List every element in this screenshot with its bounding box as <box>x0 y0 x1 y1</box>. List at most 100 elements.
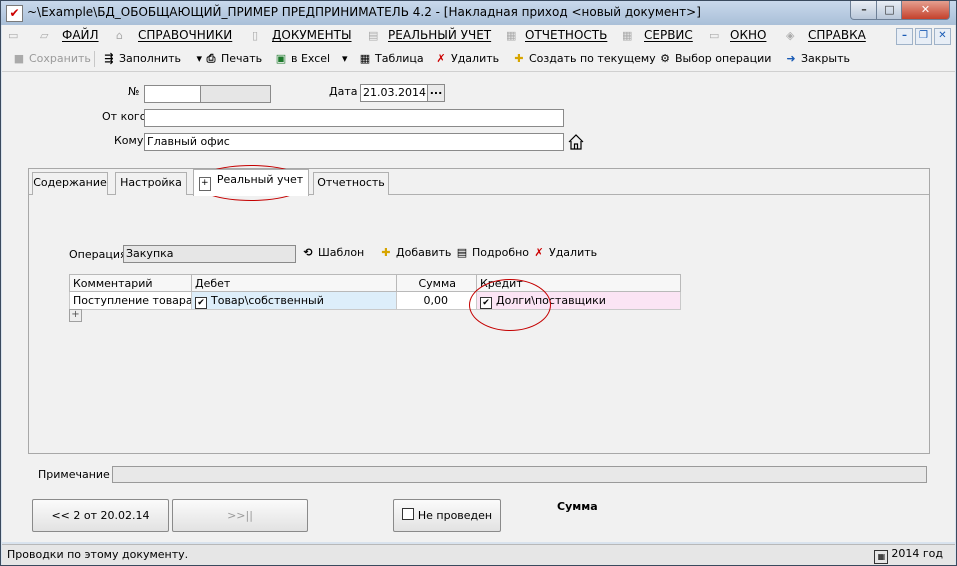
minimize-button[interactable]: – <box>850 1 878 20</box>
number-label: № <box>128 85 140 98</box>
operation-label: Операция <box>69 248 127 261</box>
details-button[interactable]: ▤ Подробно <box>455 246 529 259</box>
save-icon: ■ <box>13 52 25 65</box>
number-input[interactable] <box>144 85 202 103</box>
app-icon: ✔ <box>6 5 23 22</box>
folder-icon: ▱ <box>40 29 49 42</box>
menu-references[interactable]: СПРАВОЧНИКИ <box>138 28 232 42</box>
note-label: Примечание <box>38 468 110 481</box>
help-icon: ◈ <box>786 29 795 42</box>
menu-reports[interactable]: ОТЧЕТНОСТЬ <box>525 28 607 42</box>
date-input[interactable]: 21.03.2014 <box>360 84 428 102</box>
service-icon: ▦ <box>622 29 633 42</box>
real-accounting-icon: ▤ <box>368 29 379 42</box>
menu-help[interactable]: СПРАВКА <box>808 28 866 42</box>
tab-real-accounting[interactable]: + Реальный учет <box>193 169 309 196</box>
delete-icon: ✗ <box>534 246 544 259</box>
tab-settings[interactable]: Настройка <box>115 172 187 195</box>
window-title: ~\Example\БД_ОБОБЩАЮЩИЙ_ПРИМЕР ПРЕДПРИНИ… <box>27 5 701 19</box>
date-picker-button[interactable]: ... <box>427 84 445 102</box>
chevron-down-icon: ▾ <box>342 52 348 65</box>
tab-content[interactable]: Содержание <box>32 172 108 195</box>
excel-button[interactable]: ▣ в Excel <box>274 52 330 65</box>
note-input[interactable] <box>112 466 927 483</box>
column-header-sum[interactable]: Сумма <box>396 274 476 292</box>
mdi-minimize-button[interactable]: – <box>896 28 913 45</box>
exit-icon: ➜ <box>786 52 796 65</box>
from-label: От кого <box>102 110 147 123</box>
cell-comment[interactable]: Поступление товара <box>69 292 193 310</box>
excel-dropdown[interactable]: ▾ <box>342 52 348 65</box>
column-header-credit[interactable]: Кредит <box>476 274 681 292</box>
add-icon: ✚ <box>381 246 391 259</box>
close-window-button[interactable]: ✕ <box>901 1 950 20</box>
maximize-button[interactable]: □ <box>876 1 903 20</box>
delete-entry-button[interactable]: ✗ Удалить <box>532 246 597 259</box>
template-button[interactable]: ⟲ Шаблон <box>301 246 364 259</box>
chevron-down-icon: ▾ <box>196 52 203 65</box>
add-icon: ✚ <box>514 52 524 65</box>
not-posted-toggle[interactable]: Не проведен <box>393 499 501 532</box>
cell-sum[interactable]: 0,00 <box>396 292 476 310</box>
close-button[interactable]: ➜ Закрыть <box>784 52 850 65</box>
credit-checkbox[interactable]: ✔ <box>480 297 492 309</box>
number-suffix-input[interactable] <box>200 85 271 103</box>
column-header-debit[interactable]: Дебет <box>191 274 396 292</box>
document-form: № Дата 21.03.2014 ... От кого Кому Главн… <box>2 72 955 542</box>
tab-page-icon: + <box>198 177 211 191</box>
menu-documents[interactable]: ДОКУМЕНТЫ <box>272 28 352 42</box>
from-input[interactable] <box>144 109 564 127</box>
template-icon: ⟲ <box>303 246 313 259</box>
menu-file[interactable]: ФАЙЛ <box>62 28 99 42</box>
date-label: Дата <box>329 85 358 98</box>
mdi-close-button[interactable]: ✕ <box>934 28 951 45</box>
cell-debit[interactable]: ✔ Товар\собственный <box>191 292 396 310</box>
title-bar: ✔ ~\Example\БД_ОБОБЩАЮЩИЙ_ПРИМЕР ПРЕДПРИ… <box>1 1 956 25</box>
create-from-current-button[interactable]: ✚ Создать по текущему <box>512 52 655 65</box>
home-icon: ⌂ <box>116 29 123 42</box>
table-button[interactable]: ▦ Таблица <box>358 52 424 65</box>
delete-icon: ✗ <box>436 52 446 65</box>
add-entry-button[interactable]: ✚ Добавить <box>379 246 451 259</box>
toolbar-separator <box>94 51 95 67</box>
choose-operation-button[interactable]: ⚙ Выбор операции <box>658 52 771 65</box>
table-icon: ▦ <box>359 52 371 65</box>
operation-input[interactable]: Закупка <box>123 245 296 263</box>
next-document-button[interactable]: >>|| <box>172 499 308 532</box>
details-icon: ▤ <box>456 246 468 259</box>
status-year: ▦ 2014 год <box>874 547 943 564</box>
menu-window[interactable]: ОКНО <box>730 28 766 42</box>
tabs-panel: Содержание Настройка + Реальный учет Отче… <box>28 165 930 454</box>
to-input[interactable]: Главный офис <box>144 133 564 151</box>
operation-icon: ⚙ <box>660 52 670 65</box>
posted-checkbox[interactable] <box>401 508 414 520</box>
app-window: ✔ ~\Example\БД_ОБОБЩАЮЩИЙ_ПРИМЕР ПРЕДПРИ… <box>0 0 957 566</box>
to-label: Кому <box>114 134 144 147</box>
calendar-icon: ▦ <box>874 550 889 564</box>
previous-document-button[interactable]: << 2 от 20.02.14 <box>32 499 169 532</box>
fill-icon: ⇶ <box>104 52 114 65</box>
reports-icon: ▦ <box>506 29 517 42</box>
tab-reports[interactable]: Отчетность <box>313 172 389 195</box>
print-button[interactable]: ⎙ Печать <box>204 52 263 66</box>
delete-button[interactable]: ✗ Удалить <box>434 52 499 65</box>
mdi-restore-button[interactable]: ❐ <box>915 28 932 45</box>
sum-label: Сумма <box>557 500 598 513</box>
status-text: Проводки по этому документу. <box>7 548 189 561</box>
house-icon[interactable] <box>568 134 584 150</box>
menu-service[interactable]: СЕРВИС <box>644 28 693 42</box>
column-header-comment[interactable]: Комментарий <box>69 274 191 292</box>
save-button[interactable]: ■ Сохранить <box>12 52 91 65</box>
add-row-button[interactable]: + <box>69 309 82 322</box>
menu-real-accounting[interactable]: РЕАЛЬНЫЙ УЧЕТ <box>388 28 491 42</box>
window-icon: ▭ <box>709 29 720 42</box>
documents-icon: ▯ <box>252 29 259 42</box>
menu-bar: ▭ ▱ ФАЙЛ ⌂ СПРАВОЧНИКИ ▯ ДОКУМЕНТЫ ▤ РЕА… <box>2 25 955 48</box>
print-icon: ⎙ <box>206 52 216 65</box>
toolbar: ■ Сохранить ⇶ Заполнить ▾ ⎙ Печать ▣ в Excel… <box>2 47 955 72</box>
cell-credit[interactable]: ✔ Долги\поставщики <box>476 292 681 310</box>
file-icon: ▭ <box>8 29 19 42</box>
debit-checkbox[interactable]: ✔ <box>195 297 207 309</box>
fill-button[interactable]: ⇶ Заполнить ▾ <box>102 52 202 65</box>
status-bar: Проводки по этому документу. ▦ 2014 год <box>2 544 955 565</box>
